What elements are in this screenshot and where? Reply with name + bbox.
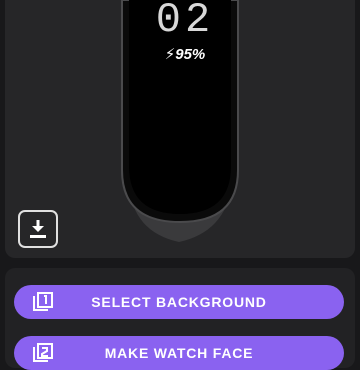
download-button[interactable]: [18, 210, 58, 248]
watch-time: 02: [155, 0, 215, 44]
select-background-label: SELECT BACKGROUND: [91, 294, 267, 310]
download-icon: [30, 220, 46, 238]
make-watch-face-button[interactable]: MAKE WATCH FACE: [14, 336, 344, 370]
watch-battery: ⚡95%: [164, 46, 206, 63]
select-background-button[interactable]: SELECT BACKGROUND: [14, 285, 344, 319]
make-watch-face-label: MAKE WATCH FACE: [104, 345, 254, 361]
